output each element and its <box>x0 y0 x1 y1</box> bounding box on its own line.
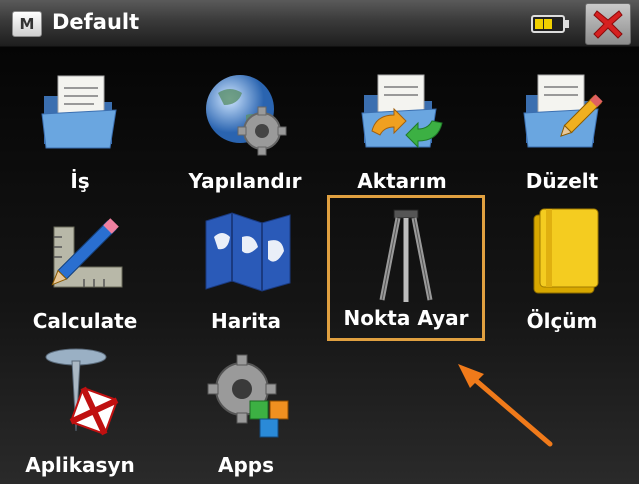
tile-nokta-ayar[interactable]: Nokta Ayar <box>327 195 485 341</box>
apps-gear-icon <box>207 354 289 438</box>
tripod-icon <box>379 209 433 302</box>
notebook-icon <box>533 208 599 294</box>
annotation-arrow-icon <box>458 364 553 447</box>
folder-sync-icon <box>361 74 443 149</box>
tile-yapilandir[interactable]: Yapılandır <box>178 57 312 193</box>
tile-label: Calculate <box>32 309 138 333</box>
folder-document-icon <box>41 75 117 149</box>
tile-apps[interactable]: Apps <box>186 343 306 483</box>
globe-gear-icon <box>206 75 287 156</box>
tile-is[interactable]: İş <box>18 57 142 193</box>
tile-label: Nokta Ayar <box>343 306 469 330</box>
tile-label: Apps <box>217 453 274 477</box>
stakeout-pin-icon <box>45 348 119 436</box>
tile-label: Aktarım <box>357 169 447 193</box>
tile-aktarim[interactable]: Aktarım <box>340 57 464 193</box>
title-bar: M Default <box>0 0 639 47</box>
tile-label: Harita <box>210 309 281 333</box>
tile-aplikasyn[interactable]: Aplikasyn <box>18 343 142 483</box>
tile-olcum[interactable]: Ölçüm <box>500 195 624 335</box>
folder-pencil-icon <box>523 74 603 148</box>
tile-label: Ölçüm <box>526 309 598 333</box>
map-icon <box>205 212 291 292</box>
battery-icon <box>531 15 569 33</box>
app-menu-badge[interactable]: M <box>12 11 42 37</box>
tile-label: Düzelt <box>525 169 599 193</box>
close-button[interactable] <box>585 3 631 45</box>
close-icon <box>593 10 623 39</box>
window-title: Default <box>52 10 140 34</box>
tile-label: Aplikasyn <box>25 453 135 477</box>
tile-duzelt[interactable]: Düzelt <box>500 57 624 193</box>
tile-harita[interactable]: Harita <box>186 195 306 335</box>
tile-calculate[interactable]: Calculate <box>18 195 152 335</box>
tile-label: Yapılandır <box>188 169 302 193</box>
tile-label: İş <box>70 169 90 193</box>
app-launcher-grid: İş Yapılandır Aktarım Düzelt Calculate H… <box>0 47 639 484</box>
ruler-pencil-icon <box>51 218 123 288</box>
